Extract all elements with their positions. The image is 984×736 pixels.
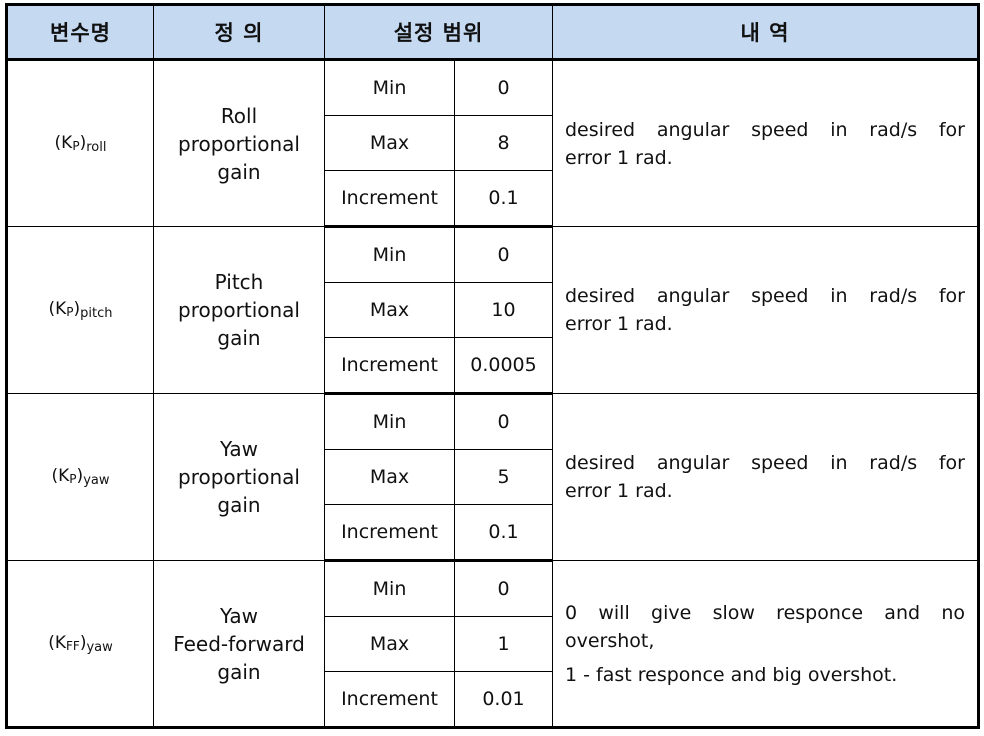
range-label-min: Min [324, 59, 455, 116]
description-line: desired angular speed in rad/s for [565, 452, 965, 474]
range-label-min: Min [324, 226, 455, 283]
variable-subscript-1: P [66, 305, 74, 319]
range-value-max: 10 [454, 282, 553, 338]
table-row: (KP)yaw Yaw proportional gain Min 0 desired … [6, 393, 979, 561]
range-value-increment: 0.0005 [454, 337, 553, 395]
range-value-max: 8 [454, 115, 553, 171]
description-line: error 1 rad. [565, 313, 673, 335]
variable-subscript-1: P [69, 472, 77, 486]
table-body: (KP)roll Roll proportional gain Min 0 desire… [6, 59, 979, 729]
range-value-increment: 0.1 [454, 504, 553, 562]
range-label-max: Max [324, 449, 455, 505]
description-line: 0 will give slow responce and no [565, 601, 965, 624]
description-line: error 1 rad. [565, 480, 673, 502]
description-line: error 1 rad. [565, 146, 673, 169]
range-label-increment: Increment [324, 170, 455, 228]
range-label-increment: Increment [324, 337, 455, 395]
description-cell: desired angular speed in rad/s for error … [552, 59, 979, 227]
description-cell: 0 will give slow responce and no overshot… [552, 560, 979, 728]
variable-subscript-2: yaw [83, 473, 110, 488]
definition-cell: Yaw Feed-forward gain [153, 560, 325, 728]
description-cell: desired angular speed in rad/s for error … [552, 226, 979, 394]
variable-subscript-1: P [72, 138, 80, 153]
range-value-min: 0 [454, 393, 553, 450]
description-line: desired angular speed in rad/s for [565, 118, 965, 141]
range-value-min: 0 [454, 59, 553, 116]
variable-base: (K [48, 632, 67, 653]
range-label-min: Min [324, 560, 455, 617]
variable-base: (K [48, 299, 67, 319]
range-value-min: 0 [454, 560, 553, 617]
header-variable: 변수명 [6, 4, 154, 61]
definition-cell: Pitch proportional gain [153, 226, 325, 394]
range-label-increment: Increment [324, 671, 455, 729]
variable-subscript-2: pitch [80, 306, 113, 321]
definition-cell: Roll proportional gain [153, 59, 325, 227]
range-label-increment: Increment [324, 504, 455, 562]
parameter-table: 변수명 정 의 설정 범위 내 역 (KP)roll Roll proportio… [5, 3, 980, 729]
range-value-max: 1 [454, 616, 553, 672]
variable-base: (K [51, 466, 70, 486]
variable-base: (K [54, 132, 73, 153]
table-row: (KP)pitch Pitch proportional gain Min 0 desi… [6, 226, 979, 394]
range-label-max: Max [324, 115, 455, 171]
range-value-increment: 0.01 [454, 671, 553, 729]
header-description: 내 역 [552, 4, 979, 61]
table-row: (KFF)yaw Yaw Feed-forward gain Min 0 0 will … [6, 560, 979, 728]
variable-subscript-1: FF [66, 638, 80, 653]
range-value-increment: 0.1 [454, 170, 553, 228]
header-definition: 정 의 [153, 4, 325, 61]
variable-name-cell: (KFF)yaw [6, 560, 154, 728]
range-value-min: 0 [454, 226, 553, 283]
description-line: desired angular speed in rad/s for [565, 285, 965, 307]
definition-cell: Yaw proportional gain [153, 393, 325, 561]
variable-name-cell: (KP)roll [6, 59, 154, 227]
variable-subscript-2: roll [86, 139, 107, 155]
range-label-max: Max [324, 282, 455, 338]
description-line: 1 - fast responce and big overshot. [565, 663, 898, 686]
description-line: overshot, [565, 629, 655, 652]
header-range: 설정 범위 [324, 4, 553, 61]
variable-name-cell: (KP)pitch [6, 226, 154, 394]
variable-subscript-2: yaw [86, 639, 113, 655]
description-cell: desired angular speed in rad/s for error … [552, 393, 979, 561]
range-value-max: 5 [454, 449, 553, 505]
range-label-min: Min [324, 393, 455, 450]
range-label-max: Max [324, 616, 455, 672]
variable-name-cell: (KP)yaw [6, 393, 154, 561]
table-row: (KP)roll Roll proportional gain Min 0 desire… [6, 59, 979, 227]
header-row: 변수명 정 의 설정 범위 내 역 [6, 4, 979, 61]
